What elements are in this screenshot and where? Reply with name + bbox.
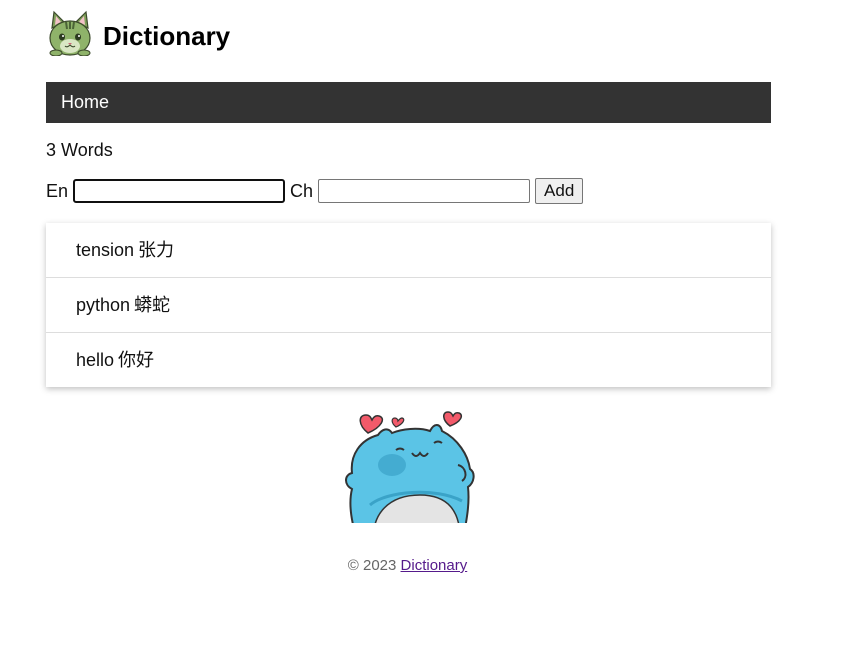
nav-home-link[interactable]: Home — [46, 92, 124, 113]
word-count-unit: Words — [61, 140, 113, 160]
ch-label: Ch — [290, 180, 314, 201]
navbar: Home — [46, 82, 771, 123]
footer-dictionary-link[interactable]: Dictionary — [401, 557, 468, 574]
word-ch: 蟒蛇 — [134, 295, 171, 315]
ch-input[interactable] — [318, 179, 531, 203]
word-en: python — [76, 295, 131, 315]
blue-cat-hearts-icon — [345, 411, 475, 523]
add-word-form: En Ch Add — [46, 178, 584, 204]
header: Dictionary — [46, 8, 230, 58]
list-item: hello 你好 — [46, 333, 771, 387]
page: Dictionary Home 3 Words En Ch Add tensio… — [0, 0, 848, 666]
word-ch: 你好 — [118, 350, 155, 370]
word-list: tension 张力 python 蟒蛇 hello 你好 — [46, 223, 771, 387]
word-ch: 张力 — [138, 240, 175, 260]
app-title: Dictionary — [103, 21, 231, 51]
en-label: En — [46, 180, 69, 201]
cat-logo-icon — [49, 10, 91, 56]
word-count: 3 Words — [46, 140, 113, 161]
word-en: hello — [76, 350, 115, 370]
word-count-number: 3 — [46, 140, 57, 160]
list-item: python 蟒蛇 — [46, 278, 771, 333]
copyright-text: © 2023 — [347, 557, 397, 574]
footer: © 2023 Dictionary — [0, 557, 815, 574]
add-button[interactable]: Add — [535, 178, 584, 204]
en-input[interactable] — [73, 179, 286, 203]
list-item: tension 张力 — [46, 223, 771, 278]
word-en: tension — [76, 240, 135, 260]
